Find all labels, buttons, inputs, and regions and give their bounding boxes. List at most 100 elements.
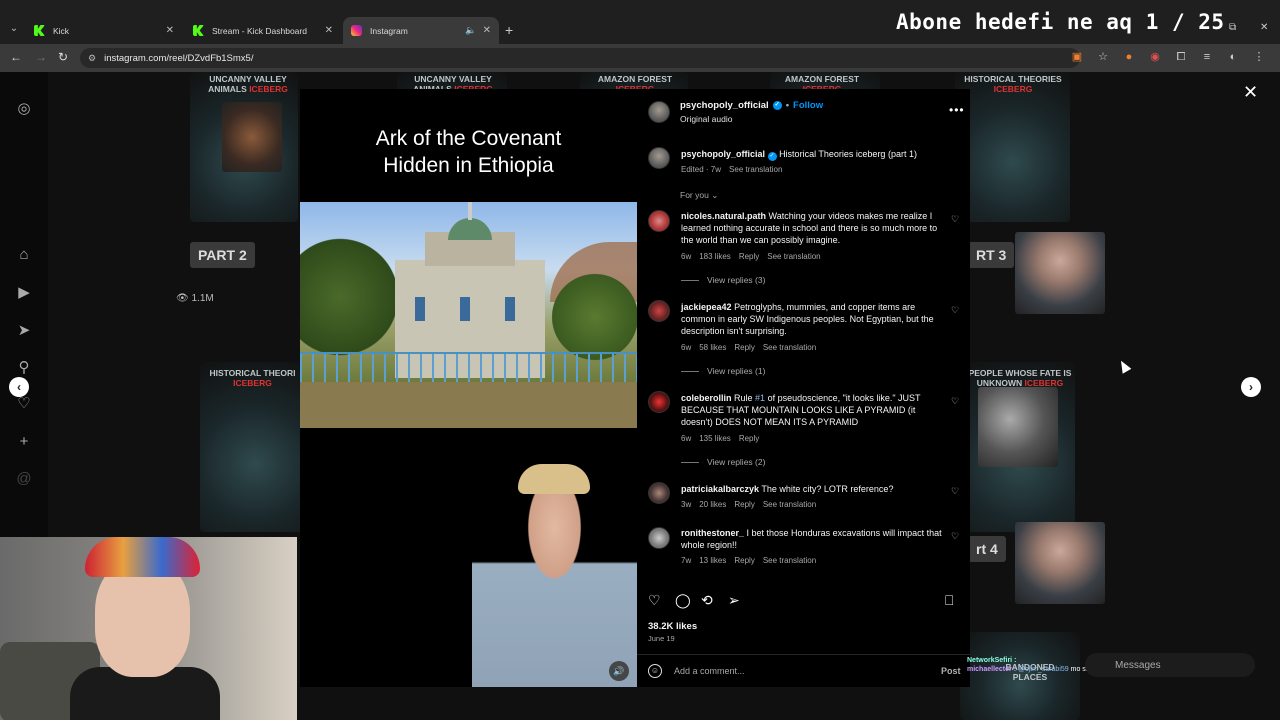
hashtag-link[interactable]: #1 [755,393,765,403]
close-window-icon[interactable]: ✕ [1260,22,1268,33]
view-replies-button[interactable]: View replies (2) [681,457,765,467]
caption-username[interactable]: psychopoly_official [681,149,765,159]
post-comment-button[interactable]: Post [941,666,961,676]
instagram-logo-icon[interactable]: ◎ [15,100,33,118]
like-comment-heart-icon[interactable]: ♡ [951,305,959,316]
messages-icon[interactable]: ➤ [15,322,33,340]
reply-button[interactable]: Reply [734,556,754,565]
like-count[interactable]: 38.2K likes [648,621,697,632]
tab-kick[interactable]: Kick ✕ [26,17,182,44]
separator: • [785,100,790,111]
comment-username[interactable]: ronithestoner_ [681,528,744,538]
close-icon[interactable]: ✕ [166,25,174,36]
comment-meta: 3w 20 likes Reply See translation [681,500,817,509]
like-comment-heart-icon[interactable]: ♡ [951,531,959,542]
reel-caption-overlay: Ark of the Covenant Hidden in Ethiopia [375,127,562,177]
view-replies-button[interactable]: View replies (1) [681,366,765,376]
comment-likes[interactable]: 183 likes [699,252,731,261]
volume-icon[interactable]: 🔊 [609,661,629,681]
forward-icon[interactable]: → [35,50,47,64]
avatar[interactable] [648,101,670,123]
like-comment-heart-icon[interactable]: ♡ [951,214,959,225]
comment-username[interactable]: jackiepea42 [681,302,732,312]
comment-username[interactable]: patriciakalbarczyk [681,484,759,494]
reply-button[interactable]: Reply [739,252,759,261]
follow-button[interactable]: Follow [793,100,823,111]
tile-label: HISTORICAL THEORIES ICEBERG [964,74,1062,94]
comment-likes[interactable]: 13 likes [699,556,726,565]
back-icon[interactable]: ← [10,50,22,64]
bookmark-star-icon[interactable]: ☆ [1096,50,1110,64]
comment-meta: 7w 13 likes Reply See translation [681,556,817,565]
new-tab-button[interactable]: + [505,22,513,38]
repost-icon[interactable]: ⟲ [701,592,713,609]
see-translation-link[interactable]: See translation [729,165,782,174]
home-icon[interactable]: ⌂ [15,246,33,264]
restore-window-icon[interactable]: ⧉ [1229,22,1236,33]
search-icon[interactable]: ⚲ [15,359,33,377]
tab-search-icon[interactable]: ⌄ [6,21,22,37]
post-username[interactable]: psychopoly_official [680,100,769,111]
tab-instagram[interactable]: Instagram 🔈 ✕ [343,17,499,44]
see-translation-link[interactable]: See translation [763,556,816,565]
avatar[interactable] [648,300,670,322]
comment-icon[interactable]: ◯ [675,592,691,609]
emoji-icon[interactable]: ☺ [648,664,662,678]
comment-likes[interactable]: 135 likes [699,434,731,443]
avatar[interactable] [648,147,670,169]
see-translation-link[interactable]: See translation [763,500,816,509]
avatar[interactable] [648,210,670,232]
site-info-icon[interactable]: ⚙ [88,53,96,64]
close-icon[interactable]: ✕ [325,25,333,36]
like-heart-icon[interactable]: ♡ [648,592,661,609]
extensions-puzzle-icon[interactable]: ⧠ [1174,50,1188,64]
avatar[interactable] [648,482,670,504]
audio-link[interactable]: Original audio [680,114,732,124]
share-icon[interactable]: ➢ [728,592,740,609]
next-reel-button[interactable]: › [1241,377,1261,397]
comment-username[interactable]: nicoles.natural.path [681,211,766,221]
comment-meta: 6w 135 likes Reply [681,434,760,443]
post-details-panel: psychopoly_official ✓ • Follow Original … [637,89,970,687]
caption-edited: Edited · 7w [681,165,722,174]
part-2-label: PART 2 [190,242,255,268]
extension-icon[interactable]: ▣ [1070,50,1084,64]
media-control-icon[interactable]: ≡ [1200,50,1214,64]
profile-icon[interactable]: ◐ [1226,50,1240,64]
extension-icon[interactable]: ● [1122,50,1136,64]
background-thumbnail [978,387,1058,467]
comment-likes[interactable]: 20 likes [699,500,726,509]
comment-likes[interactable]: 58 likes [699,343,726,352]
threads-icon[interactable]: @ [15,470,33,488]
reply-button[interactable]: Reply [739,434,759,443]
comment-input[interactable]: Add a comment... [674,666,745,676]
reply-button[interactable]: Reply [734,343,754,352]
avatar[interactable] [648,391,670,413]
reply-button[interactable]: Reply [734,500,754,509]
close-reel-icon[interactable]: ✕ [1243,82,1258,103]
tab-kick-dashboard[interactable]: Stream - Kick Dashboard ✕ [185,17,341,44]
comment-username[interactable]: coleberollin [681,393,732,403]
like-comment-heart-icon[interactable]: ♡ [951,396,959,407]
reload-icon[interactable]: ↻ [58,50,68,64]
browser-menu-icon[interactable]: ⋮ [1252,50,1266,64]
more-options-icon[interactable]: ••• [949,103,965,117]
messages-button[interactable]: Messages [1085,653,1255,677]
extension-icon[interactable]: ◉ [1148,50,1162,64]
comment-sort-dropdown[interactable]: For you ⌄ [680,190,718,201]
reels-icon[interactable]: ▶ [15,284,33,302]
save-bookmark-icon[interactable]: ⎕ [945,592,953,609]
previous-reel-button[interactable]: ‹ [9,377,29,397]
create-icon[interactable]: + [15,433,33,451]
speaker-icon[interactable]: 🔈 [465,25,476,36]
see-translation-link[interactable]: See translation [767,252,820,261]
like-comment-heart-icon[interactable]: ♡ [951,486,959,497]
view-replies-button[interactable]: View replies (3) [681,275,765,285]
close-icon[interactable]: ✕ [483,25,491,36]
reel-video[interactable]: Ark of the Covenant Hidden in Ethiopia 🔊 [300,89,637,687]
address-bar[interactable]: ⚙ instagram.com/reel/DZvdFb1Smx5/ [80,48,1080,68]
church-photo [300,202,637,428]
avatar[interactable] [648,527,670,549]
notifications-heart-icon[interactable]: ♡ [15,395,33,413]
see-translation-link[interactable]: See translation [763,343,816,352]
